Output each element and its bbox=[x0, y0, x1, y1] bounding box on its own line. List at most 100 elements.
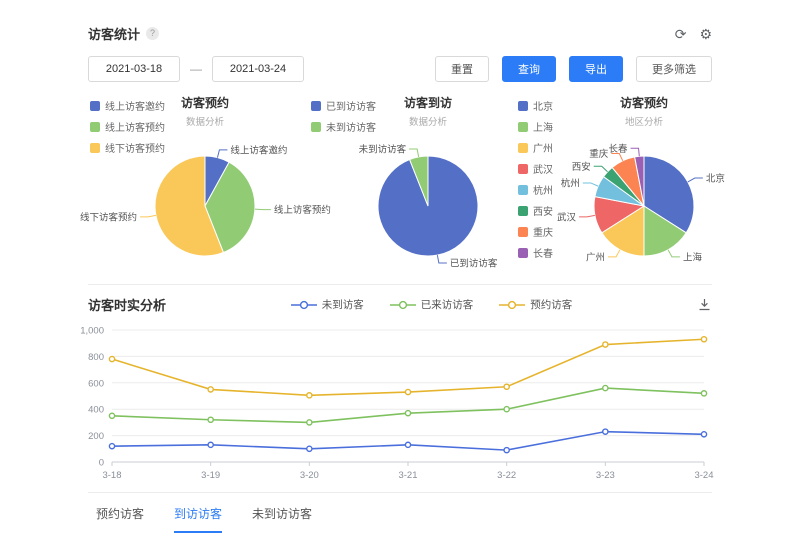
legend-item[interactable]: 广州 bbox=[518, 140, 553, 155]
gear-icon[interactable]: ⚙ bbox=[699, 27, 712, 41]
legend-label: 线上访客预约 bbox=[105, 123, 165, 134]
legend-item[interactable]: 西安 bbox=[518, 203, 553, 218]
legend-label: 西安 bbox=[533, 207, 553, 218]
dashboard: 访客统计 ? ⟳ ⚙ — 重置 查询 导出 更多筛选 访客预约 数据分析 线上访… bbox=[0, 0, 800, 533]
data-point[interactable] bbox=[108, 412, 116, 420]
legend-item[interactable]: 线上访客预约 bbox=[90, 119, 165, 134]
data-point[interactable] bbox=[306, 392, 313, 399]
x-axis-label: 3-21 bbox=[398, 470, 417, 481]
data-point[interactable] bbox=[602, 384, 609, 392]
line-chart-canvas: 0 200 400 600 800 1,000 3-18 3-19 3-20 3-21 3-22 3-… bbox=[80, 326, 713, 482]
pie-chart-reservation-region: 访客预约 地区分析 北京 上海 广州 武汉 杭州 西安 重庆 长春 北京 上海 广州 武汉 杭州 西安重… bbox=[504, 94, 725, 284]
data-point[interactable] bbox=[207, 386, 214, 393]
data-point[interactable] bbox=[306, 419, 313, 426]
refresh-icon[interactable]: ⟳ bbox=[675, 27, 687, 41]
legend-swatch bbox=[518, 163, 528, 174]
legend-item[interactable]: 线上访客邀约 bbox=[90, 98, 165, 113]
legend-label: 线下访客预约 bbox=[105, 144, 165, 155]
data-point[interactable] bbox=[700, 430, 708, 438]
pie-charts-row: 访客预约 数据分析 线上访客邀约 线上访客预约 线下访客预约 线上访客邀约 线上访客预… bbox=[80, 94, 725, 284]
chart-subtitle: 数据分析 bbox=[408, 117, 447, 128]
legend-item[interactable]: 上海 bbox=[518, 119, 553, 134]
x-axis-label: 3-23 bbox=[596, 470, 615, 481]
data-point[interactable] bbox=[503, 405, 510, 413]
x-axis-label: 3-19 bbox=[201, 470, 220, 481]
pie-label: 长春 bbox=[609, 143, 629, 155]
data-point[interactable] bbox=[700, 390, 708, 397]
legend-label: 杭州 bbox=[533, 186, 553, 197]
data-point[interactable] bbox=[404, 388, 412, 396]
pie-chart-reservation-data: 访客预约 数据分析 线上访客邀约 线上访客预约 线下访客预约 线上访客邀约 线上访客预… bbox=[80, 94, 331, 284]
legend-item[interactable]: 未到访访客 bbox=[311, 119, 376, 134]
data-point[interactable] bbox=[306, 445, 313, 453]
chart-title: 访客到访 bbox=[403, 96, 452, 110]
legend-marker bbox=[290, 300, 317, 309]
tab-not-arrived-visitors[interactable]: 未到访访客 bbox=[252, 505, 312, 533]
chart-subtitle: 地区分析 bbox=[624, 117, 663, 128]
legend-label: 武汉 bbox=[533, 165, 553, 176]
export-button[interactable]: 导出 bbox=[569, 56, 623, 82]
pie-label: 线下访客预约 bbox=[80, 211, 137, 223]
filter-buttons: 重置 查询 导出 更多筛选 bbox=[435, 56, 712, 82]
legend-item[interactable]: 已到访访客 bbox=[311, 98, 376, 113]
pie-label-line bbox=[582, 182, 599, 187]
line-legend-item[interactable]: 预约访客 bbox=[499, 297, 572, 312]
legend-label: 预约访客 bbox=[530, 299, 573, 311]
line-legend: 未到访客 已来访访客 预约访客 bbox=[166, 297, 697, 312]
start-date-input[interactable] bbox=[88, 56, 180, 82]
data-point[interactable] bbox=[108, 442, 116, 450]
legend-item[interactable]: 重庆 bbox=[518, 224, 553, 239]
legend-item[interactable]: 线下访客预约 bbox=[90, 140, 165, 155]
pie-label-line bbox=[409, 148, 420, 157]
end-date-input[interactable] bbox=[212, 56, 304, 82]
help-icon[interactable]: ? bbox=[146, 27, 160, 40]
data-point[interactable] bbox=[207, 416, 214, 424]
tab-arrived-visitors[interactable]: 到访访客 bbox=[174, 505, 223, 533]
data-point[interactable] bbox=[602, 341, 609, 348]
pie-label-line bbox=[436, 255, 447, 264]
legend-item[interactable]: 长春 bbox=[518, 245, 553, 260]
data-point[interactable] bbox=[503, 446, 510, 454]
data-point[interactable] bbox=[700, 335, 708, 343]
legend-item[interactable]: 杭州 bbox=[518, 182, 553, 197]
pie-label-line bbox=[254, 208, 271, 211]
x-axis-label: 3-24 bbox=[694, 470, 713, 481]
filter-bar: — 重置 查询 导出 更多筛选 bbox=[88, 56, 712, 82]
y-axis-label: 800 bbox=[88, 352, 104, 363]
reset-button[interactable]: 重置 bbox=[435, 56, 489, 82]
legend-item[interactable]: 北京 bbox=[518, 98, 553, 113]
legend-label: 已到访访客 bbox=[326, 102, 376, 113]
more-filters-button[interactable]: 更多筛选 bbox=[636, 56, 712, 82]
legend-label: 线上访客邀约 bbox=[105, 102, 165, 113]
line-legend-item[interactable]: 未到访客 bbox=[290, 297, 364, 312]
pie-label: 武汉 bbox=[557, 211, 577, 223]
pie-label-line bbox=[630, 147, 640, 157]
legend-label: 未到访客 bbox=[321, 299, 364, 311]
y-axis-label: 1,000 bbox=[80, 326, 104, 337]
page-header: 访客统计 ? ⟳ ⚙ bbox=[88, 24, 712, 43]
line-legend-item[interactable]: 已来访访客 bbox=[389, 297, 473, 312]
y-axis-label: 600 bbox=[88, 378, 104, 389]
page-title: 访客统计 bbox=[88, 27, 141, 42]
data-point[interactable] bbox=[108, 355, 116, 363]
pie-label: 已到访访客 bbox=[450, 257, 498, 269]
tab-bar: 预约访客 到访访客 未到访访客 bbox=[88, 492, 712, 533]
line-chart-section: 访客时实分析 未到访客 已来访访客 预约访客 0 200 400 600 800 1,000 3… bbox=[80, 284, 714, 486]
legend-item[interactable]: 武汉 bbox=[518, 161, 553, 176]
data-point[interactable] bbox=[404, 409, 412, 417]
pie-label-line bbox=[216, 149, 228, 158]
pie-label-line bbox=[140, 214, 156, 218]
data-point[interactable] bbox=[503, 383, 510, 391]
legend-swatch bbox=[518, 142, 528, 153]
legend-label: 广州 bbox=[533, 144, 553, 155]
chart-title: 访客时实分析 bbox=[88, 298, 167, 313]
data-point[interactable] bbox=[602, 428, 609, 435]
data-point[interactable] bbox=[207, 441, 214, 449]
query-button[interactable]: 查询 bbox=[502, 56, 556, 82]
data-point[interactable] bbox=[404, 441, 412, 449]
chart-header: 访客预约 地区分析 bbox=[584, 94, 704, 128]
tab-reserved-visitors[interactable]: 预约访客 bbox=[96, 505, 144, 533]
pie-label: 广州 bbox=[586, 251, 605, 263]
download-icon[interactable] bbox=[697, 297, 712, 312]
pie-label-line bbox=[579, 214, 595, 218]
